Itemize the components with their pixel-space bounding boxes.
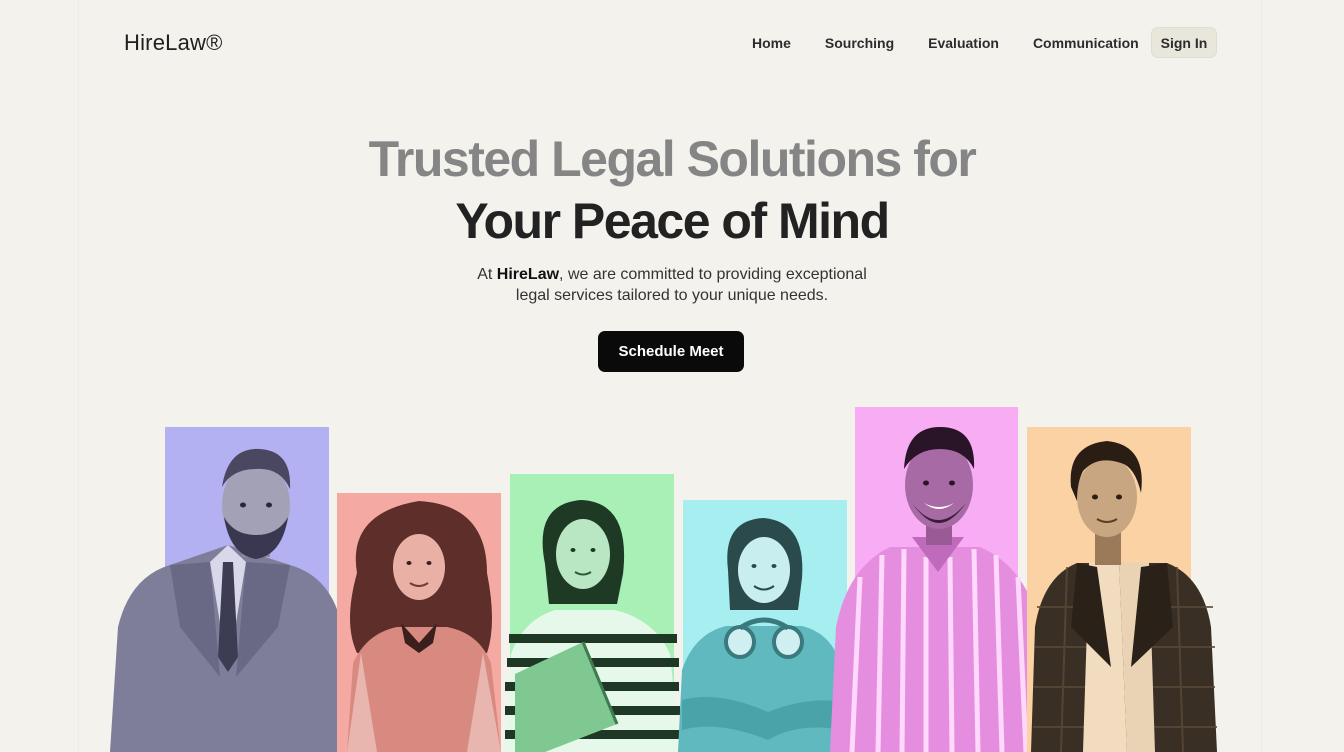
nav-link-evaluation[interactable]: Evaluation	[928, 35, 999, 51]
subtitle-prefix: At	[477, 266, 497, 283]
page-frame	[78, 0, 1262, 752]
hero-subtitle: At HireLaw, we are committed to providin…	[0, 264, 1344, 306]
nav-link-communication[interactable]: Communication	[1033, 35, 1139, 51]
subtitle-brand: HireLaw	[496, 266, 560, 283]
subtitle-line2: legal services tailored to your unique n…	[515, 287, 829, 304]
nav-links: Home Sourching Evaluation Communication	[752, 35, 1173, 51]
hero-title: Trusted Legal Solutions for Your Peace o…	[0, 128, 1344, 252]
sign-in-button[interactable]: Sign In	[1151, 27, 1217, 58]
nav-link-sourching[interactable]: Sourching	[825, 35, 894, 51]
hero-title-line1: Trusted Legal Solutions for	[368, 131, 977, 187]
schedule-meet-button[interactable]: Schedule Meet	[598, 331, 744, 372]
hero-title-line2: Your Peace of Mind	[455, 193, 890, 249]
brand-logo[interactable]: HireLaw®	[124, 30, 223, 56]
top-navigation: HireLaw® Home Sourching Evaluation Commu…	[0, 0, 1344, 86]
nav-link-home[interactable]: Home	[752, 35, 791, 51]
subtitle-rest: , we are committed to providing exceptio…	[559, 266, 867, 283]
